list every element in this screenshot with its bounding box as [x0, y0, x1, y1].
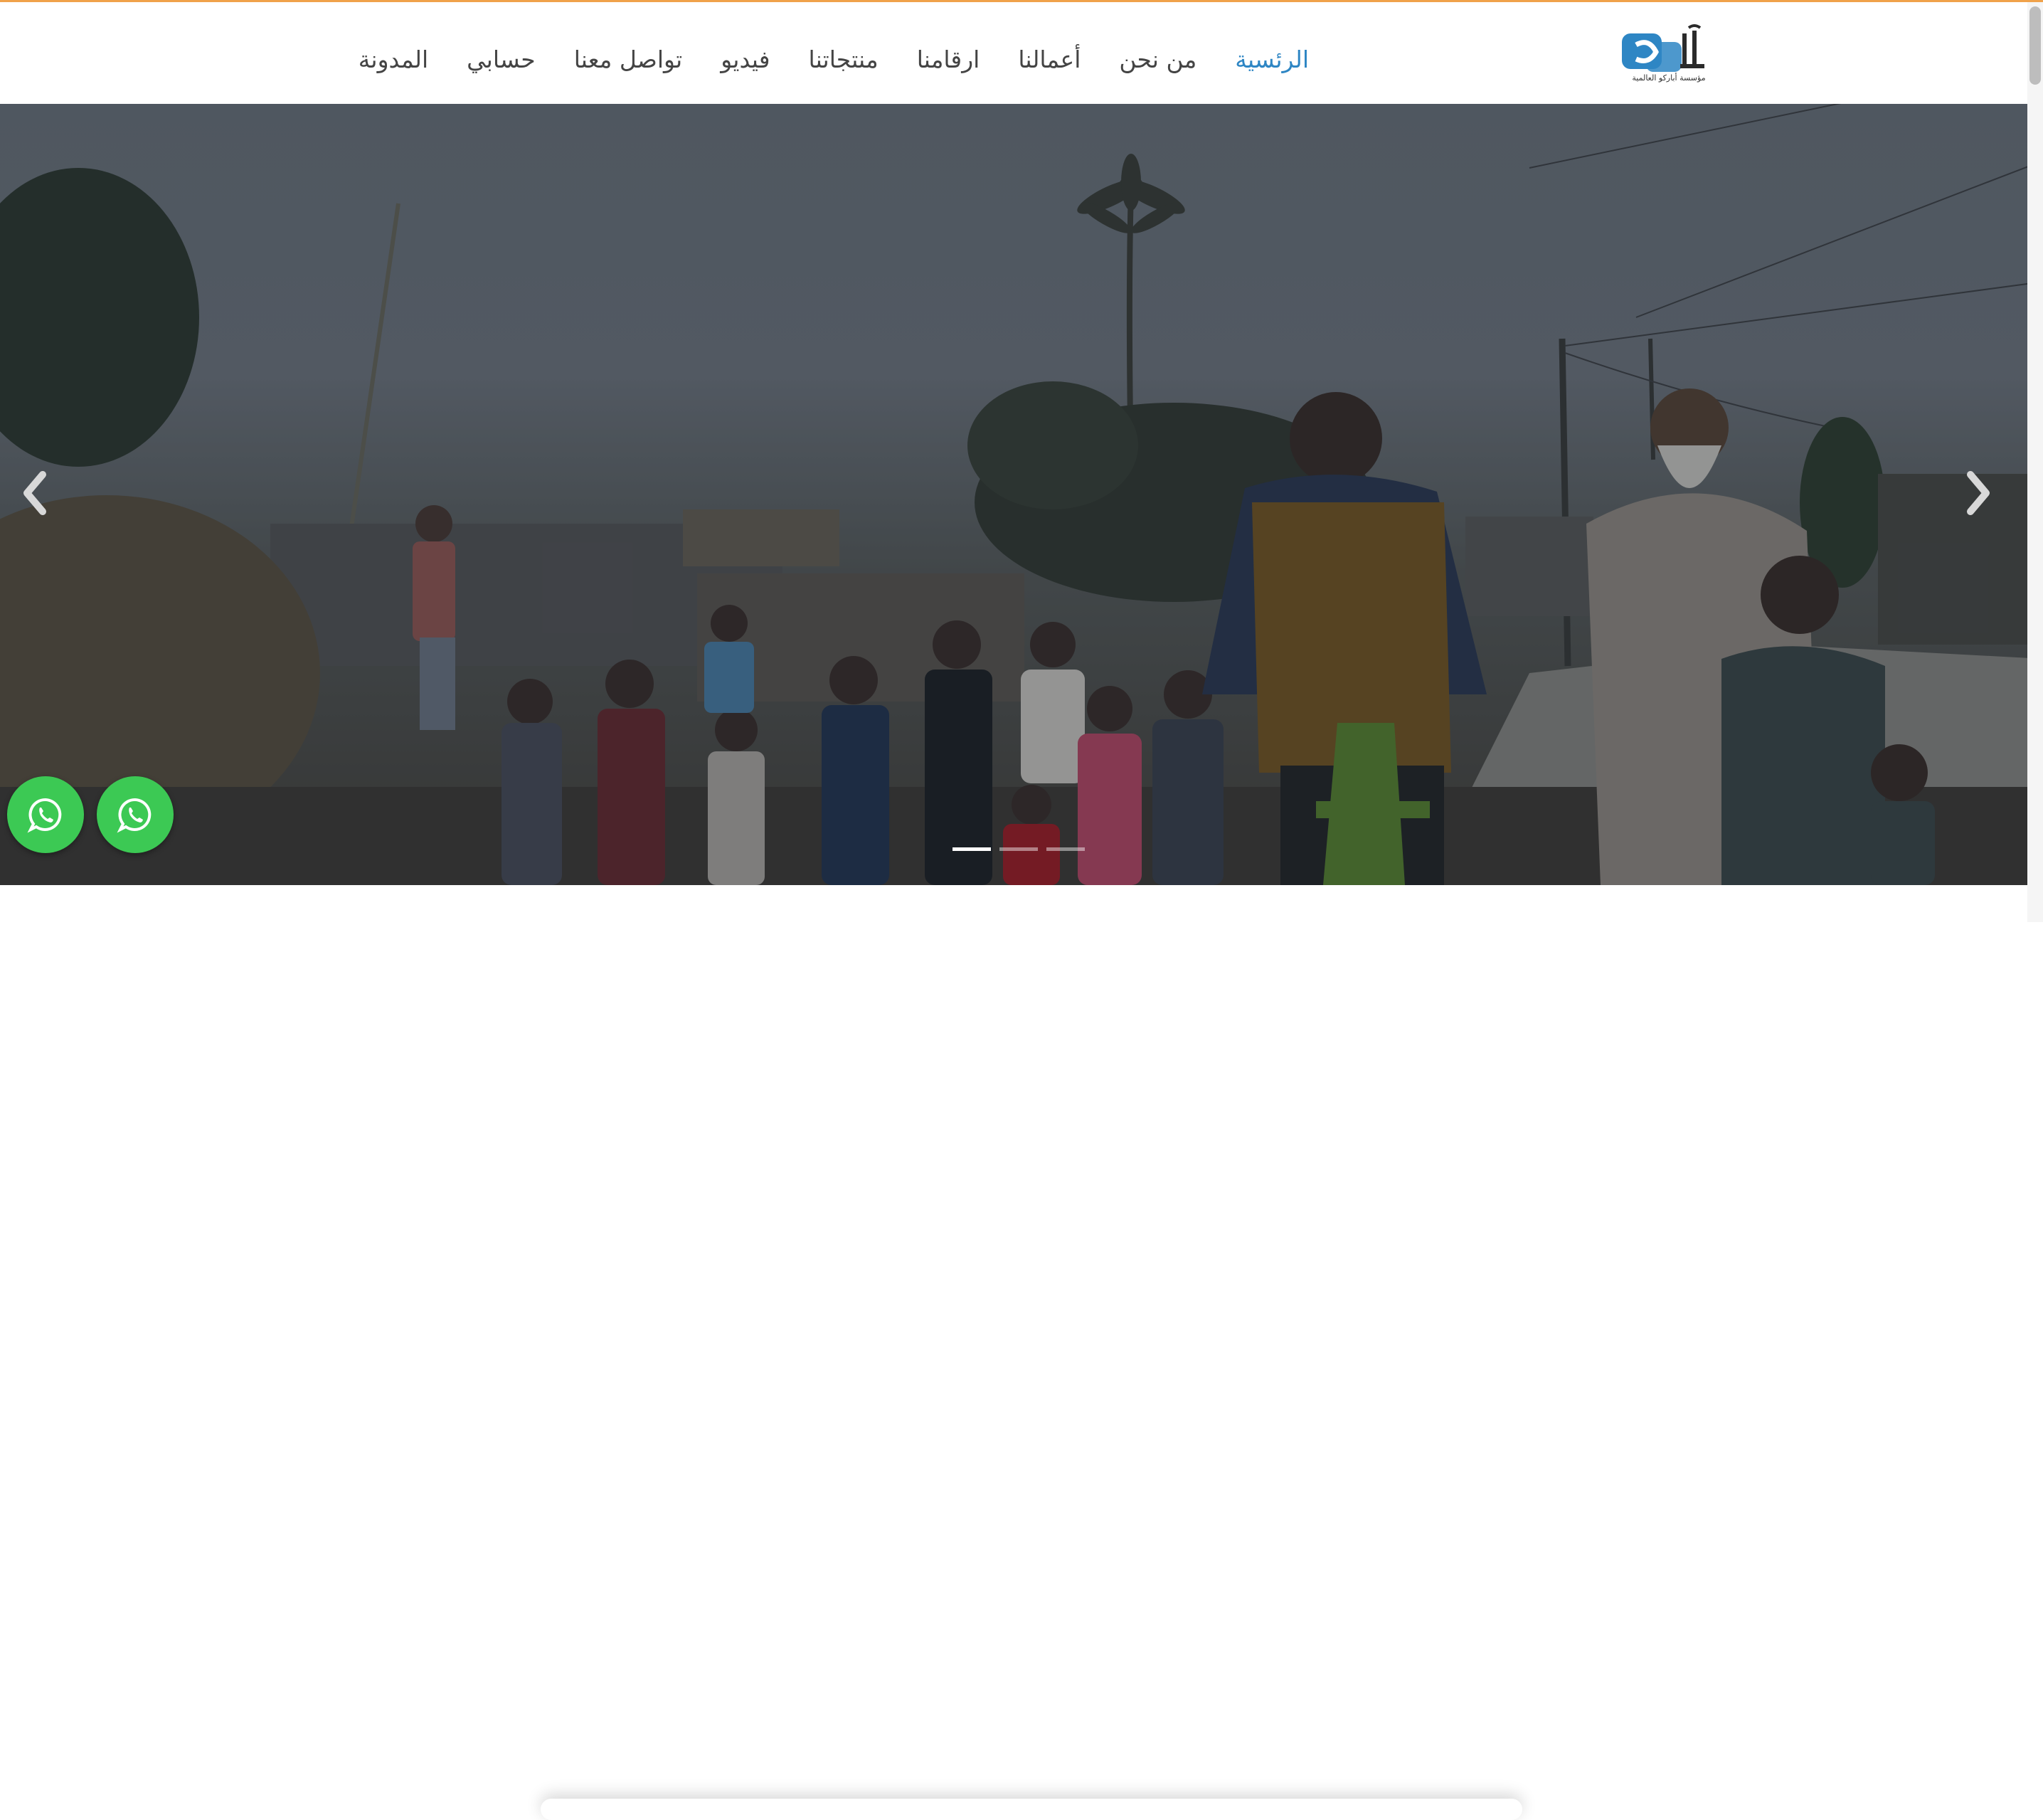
nav-item-home[interactable]: الرئسية — [1235, 46, 1309, 73]
nav-item-account[interactable]: حسابي — [467, 46, 536, 73]
hero-carousel — [0, 104, 2043, 885]
page-scrollbar[interactable] — [2027, 2, 2043, 922]
site-header: مؤسسة أباركو العالمية الرئسية من نحن أعم… — [0, 2, 2043, 104]
nav-item-about[interactable]: من نحن — [1119, 46, 1196, 73]
carousel-indicator-2[interactable] — [999, 847, 1038, 851]
nav-item-products[interactable]: منتجاتنا — [809, 46, 879, 73]
hero-dim-overlay — [0, 104, 2043, 885]
nav-item-video[interactable]: فيديو — [721, 46, 770, 73]
content-card-top — [541, 1799, 1522, 1820]
content-section — [0, 885, 2043, 1820]
logo-decoration — [1629, 66, 1709, 70]
nav-item-blog[interactable]: المدونة — [359, 46, 428, 73]
scrollbar-thumb[interactable] — [2029, 6, 2041, 85]
main-nav: الرئسية من نحن أعمالنا ارقامنا منتجاتنا … — [313, 31, 1309, 88]
chevron-right-icon — [1967, 471, 1990, 515]
nav-item-works[interactable]: أعمالنا — [1018, 46, 1081, 73]
carousel-indicator-3[interactable] — [1046, 847, 1085, 851]
whatsapp-icon — [117, 798, 152, 833]
carousel-indicator-1[interactable] — [952, 847, 991, 851]
chevron-left-icon — [23, 471, 46, 515]
carousel-indicators — [952, 847, 1085, 851]
logo-subtitle: مؤسسة أباركو العالمية — [1632, 73, 1706, 83]
carousel-prev-button[interactable] — [20, 470, 70, 549]
nav-item-numbers[interactable]: ارقامنا — [917, 46, 980, 73]
carousel-next-button[interactable] — [1965, 470, 2015, 549]
whatsapp-button-2[interactable] — [97, 776, 174, 853]
whatsapp-icon — [27, 798, 62, 833]
whatsapp-button-1[interactable] — [7, 776, 84, 853]
nav-item-contact[interactable]: تواصل معنا — [574, 46, 683, 73]
